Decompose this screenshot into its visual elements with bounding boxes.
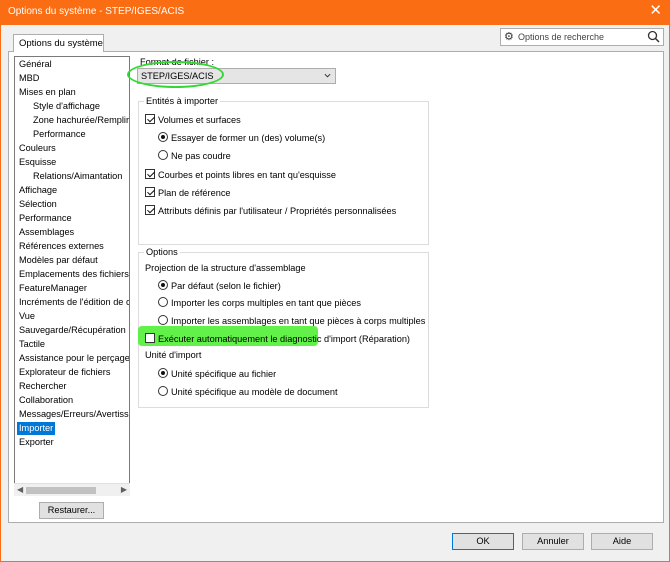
no-sew-label: Ne pas coudre xyxy=(171,151,231,161)
file-format-select[interactable]: STEP/IGES/ACIS xyxy=(137,68,336,84)
search-placeholder[interactable]: Options de recherche xyxy=(518,32,604,42)
diagnostic-label: Exécuter automatiquement le diagnostic d… xyxy=(158,334,410,344)
unit-template-radio[interactable] xyxy=(158,386,168,396)
tree-item[interactable]: Messages/Erreurs/Avertisse xyxy=(17,408,129,421)
no-sew-radio[interactable] xyxy=(158,150,168,160)
tree-item[interactable]: Incréments de l'édition de c xyxy=(17,296,129,309)
tree-item[interactable]: Couleurs xyxy=(17,142,58,155)
window-title: Options du système - STEP/IGES/ACIS xyxy=(8,6,185,17)
curves-checkbox[interactable] xyxy=(145,169,155,179)
file-format-label: Format de fichier : xyxy=(140,57,215,67)
tree-item[interactable]: Esquisse xyxy=(17,156,58,169)
tree-item[interactable]: Exporter xyxy=(17,436,56,449)
tree-item[interactable]: Performance xyxy=(31,128,88,141)
scroll-thumb[interactable] xyxy=(26,487,96,494)
tree-item[interactable]: Relations/Aimantation xyxy=(31,170,124,183)
ref-plane-checkbox[interactable] xyxy=(145,187,155,197)
options-group: Options xyxy=(138,247,429,408)
unit-file-label: Unité spécifique au fichier xyxy=(171,369,277,379)
tree-item[interactable]: Modèles par défaut xyxy=(17,254,100,267)
tree-item[interactable]: Affichage xyxy=(17,184,59,197)
tree-item[interactable]: Zone hachurée/Remplir xyxy=(31,114,129,127)
diagnostic-checkbox[interactable] xyxy=(145,333,155,343)
scroll-right-icon[interactable]: ▶ xyxy=(121,485,127,494)
unit-file-radio[interactable] xyxy=(158,368,168,378)
attributes-label: Attributs définis par l'utilisateur / Pr… xyxy=(158,206,397,216)
tree-item[interactable]: MBD xyxy=(17,72,41,85)
cancel-button[interactable]: Annuler xyxy=(522,533,584,550)
tree-item[interactable]: Collaboration xyxy=(17,394,75,407)
unit-template-label: Unité spécifique au modèle de document xyxy=(171,387,338,397)
file-format-value: STEP/IGES/ACIS xyxy=(141,71,214,81)
chevron-down-icon xyxy=(324,73,331,78)
tree-item[interactable]: Explorateur de fichiers xyxy=(17,366,112,379)
default-file-label: Par défaut (selon le fichier) xyxy=(171,281,281,291)
tree-item[interactable]: Style d'affichage xyxy=(31,100,102,113)
scroll-left-icon[interactable]: ◀ xyxy=(17,485,23,494)
tree-item[interactable]: Emplacements des fichiers xyxy=(17,268,129,281)
volumes-checkbox[interactable] xyxy=(145,114,155,124)
tree-item[interactable]: Importer xyxy=(17,422,56,435)
entities-legend: Entités à importer xyxy=(144,96,220,106)
options-tree[interactable]: Général MBD Mises en plan Style d'affichage… xyxy=(14,56,130,496)
attributes-checkbox[interactable] xyxy=(145,205,155,215)
search-icon[interactable] xyxy=(647,30,660,43)
tree-item[interactable]: Vue xyxy=(17,310,37,323)
tree-item[interactable]: Sélection xyxy=(17,198,59,211)
search-box[interactable]: ⚙ Options de recherche xyxy=(500,28,664,46)
tree-item[interactable]: Tactile xyxy=(17,338,47,351)
tree-item[interactable]: FeatureManager xyxy=(17,282,89,295)
title-bar: Options du système - STEP/IGES/ACIS ✕ xyxy=(0,0,670,25)
try-form-radio[interactable] xyxy=(158,132,168,142)
ref-plane-label: Plan de référence xyxy=(158,188,231,198)
tree-item[interactable]: Références externes xyxy=(17,240,106,253)
tab-system-options[interactable]: Options du système xyxy=(13,34,104,52)
assemblies-multibody-label: Importer les assemblages en tant que piè… xyxy=(171,316,426,326)
ok-button[interactable]: OK xyxy=(452,533,514,550)
tree-item[interactable]: Performance xyxy=(17,212,74,225)
try-form-label: Essayer de former un (des) volume(s) xyxy=(171,133,326,143)
tree-item[interactable]: Assistance pour le perçage/ xyxy=(17,352,129,365)
multi-bodies-parts-label: Importer les corps multiples en tant que… xyxy=(171,298,361,308)
close-icon[interactable]: ✕ xyxy=(649,2,662,20)
tree-item[interactable]: Mises en plan xyxy=(17,86,78,99)
assemblies-multibody-radio[interactable] xyxy=(158,315,168,325)
multi-bodies-parts-radio[interactable] xyxy=(158,297,168,307)
default-file-radio[interactable] xyxy=(158,280,168,290)
unit-label: Unité d'import xyxy=(145,350,202,360)
gear-icon[interactable]: ⚙ xyxy=(504,30,514,43)
help-button[interactable]: Aide xyxy=(591,533,653,550)
volumes-label: Volumes et surfaces xyxy=(158,115,241,125)
tree-item[interactable]: Général xyxy=(17,58,54,71)
projection-label: Projection de la structure d'assemblage xyxy=(145,263,306,273)
restore-button[interactable]: Restaurer... xyxy=(39,502,104,519)
tree-horizontal-scrollbar[interactable]: ◀ ▶ xyxy=(14,483,130,496)
tree-item[interactable]: Rechercher xyxy=(17,380,69,393)
curves-label: Courbes et points libres en tant qu'esqu… xyxy=(158,170,336,180)
tree-item[interactable]: Assemblages xyxy=(17,226,76,239)
options-legend: Options xyxy=(144,247,180,257)
tree-item[interactable]: Sauvegarde/Récupération xyxy=(17,324,128,337)
